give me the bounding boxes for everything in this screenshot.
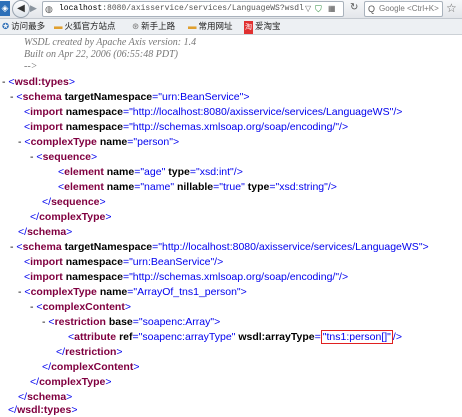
search-icon: Q: [368, 4, 376, 14]
star-icon[interactable]: ☆: [446, 1, 457, 15]
reload-icon[interactable]: ↻: [350, 2, 358, 14]
address-bar[interactable]: ◍ localhost:8080/axisservice/services/La…: [42, 1, 344, 17]
xml-document: WSDL created by Apache Axis version: 1.4…: [0, 35, 462, 416]
xml-line: - <wsdl:types>: [2, 76, 75, 88]
bookmark-getting-started[interactable]: ⊛ 新手上路: [132, 20, 175, 33]
xml-line: - <complexType name="ArrayOf_tns1_person…: [18, 286, 247, 298]
xml-line: - <schema targetNamespace="http://localh…: [10, 241, 429, 253]
xml-line: <element name="age" type="xsd:int"/>: [58, 166, 243, 178]
comment-line: Built on Apr 22, 2006 (06:55:48 PDT): [24, 49, 178, 60]
folder-icon: ▬: [54, 21, 63, 31]
chevron-down-icon[interactable]: ▽: [305, 3, 311, 15]
xml-line: <attribute ref="soapenc:arrayType" wsdl:…: [68, 330, 402, 344]
xml-line: <import namespace="http://localhost:8080…: [24, 106, 403, 118]
xml-line: </complexType>: [30, 211, 112, 223]
firefox-menu-icon[interactable]: ◈: [0, 1, 10, 16]
url-host: localhost: [59, 4, 103, 13]
taobao-icon: 淘: [244, 21, 253, 34]
forward-arrow-icon[interactable]: ▶: [30, 3, 40, 14]
xml-line: </wsdl:types>: [8, 404, 78, 416]
bookmark-taobao[interactable]: 淘爱淘宝: [244, 20, 281, 34]
xml-line: - <complexType name="person">: [18, 136, 180, 148]
comment-line: -->: [24, 61, 38, 72]
xml-line: - <complexContent>: [30, 301, 131, 313]
bookmark-common-sites[interactable]: ▬ 常用网址: [188, 20, 233, 33]
xml-line: <import namespace="urn:BeanService"/>: [24, 256, 224, 268]
globe-icon: ⊛: [132, 21, 140, 31]
search-placeholder: Google <Ctrl+K>: [379, 4, 439, 13]
qr-code-icon[interactable]: ▦: [328, 4, 336, 14]
xml-line: </schema>: [18, 226, 73, 238]
xml-line: </complexContent>: [42, 361, 140, 373]
xml-line: <import namespace="http://schemas.xmlsoa…: [24, 271, 349, 283]
bookmark-most-visited[interactable]: ✪ 访问最多: [2, 20, 45, 33]
browser-toolbar: ◈ ◀ ▶ ◍ localhost:8080/axisservice/servi…: [0, 0, 462, 19]
xml-line: </complexType>: [30, 376, 112, 388]
highlighted-value: "tns1:person[]": [320, 330, 393, 344]
shield-icon[interactable]: ⛉: [315, 3, 322, 15]
back-arrow-icon[interactable]: ◀: [12, 0, 30, 18]
xml-line: <import namespace="http://schemas.xmlsoa…: [24, 121, 349, 133]
globe-icon: ◍: [45, 4, 53, 14]
comment-line: WSDL created by Apache Axis version: 1.4: [24, 37, 197, 48]
xml-line: </sequence>: [42, 196, 106, 208]
xml-line: </restriction>: [56, 346, 123, 358]
url-path: :8080/axisservice/services/LanguageWS?ws…: [102, 4, 304, 13]
xml-line: </schema>: [18, 391, 73, 403]
url-text[interactable]: localhost:8080/axisservice/services/Lang…: [59, 3, 304, 15]
xml-line: - <schema targetNamespace="urn:BeanServi…: [10, 91, 250, 103]
folder-icon: ▬: [188, 21, 197, 31]
search-box[interactable]: Q Google <Ctrl+K>: [364, 1, 443, 17]
xml-line: - <restriction base="soapenc:Array">: [42, 316, 221, 328]
gear-icon: ✪: [2, 21, 10, 31]
xml-line: <element name="name" nillable="true" typ…: [58, 181, 337, 193]
bookmarks-bar: ✪ 访问最多 ▬ 火狐官方站点 ⊛ 新手上路 ▬ 常用网址 淘爱淘宝: [0, 19, 462, 35]
bookmark-firefox-site[interactable]: ▬ 火狐官方站点: [54, 20, 116, 33]
xml-line: - <sequence>: [30, 151, 98, 163]
